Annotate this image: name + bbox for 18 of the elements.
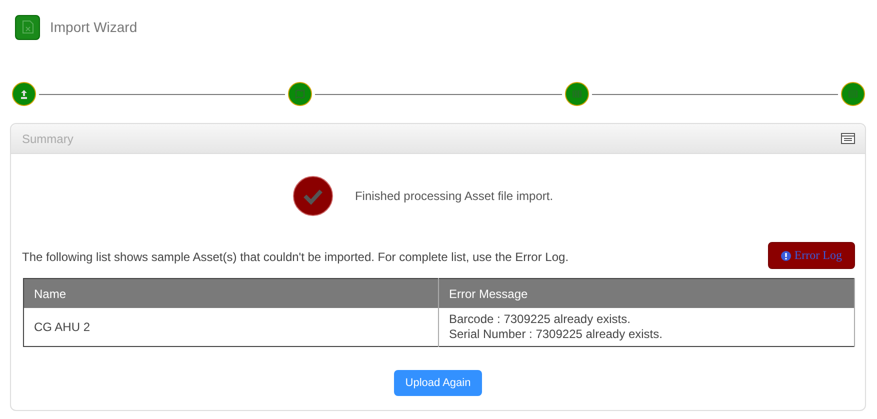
column-header: Name: [24, 278, 438, 308]
checkmark-icon: [292, 176, 333, 216]
panel-title: Summary: [22, 132, 74, 146]
spreadsheet-file-icon: [15, 14, 40, 40]
list-icon: [841, 133, 855, 144]
table-cell: CG AHU 2: [24, 308, 438, 346]
grid-step-icon[interactable]: [564, 82, 589, 106]
column-header: Error Message: [438, 278, 854, 308]
info-icon: [781, 250, 792, 260]
upload-again-button[interactable]: Upload Again: [394, 370, 482, 396]
page-title: Import Wizard: [50, 19, 138, 35]
error-log-button[interactable]: Error Log: [768, 242, 855, 269]
table-cell: Barcode : 7309225 already exists. Serial Number : 7309225 already exists.: [438, 308, 854, 346]
list-step-icon[interactable]: [840, 82, 865, 106]
upload-step-icon[interactable]: [12, 82, 36, 106]
status-message: Finished processing Asset file import.: [354, 189, 554, 203]
map-step-icon[interactable]: [288, 82, 312, 106]
description-text: The following list shows sample Asset(s) that couldn't be imported. For complete list, use the Error Log.: [22, 250, 569, 264]
